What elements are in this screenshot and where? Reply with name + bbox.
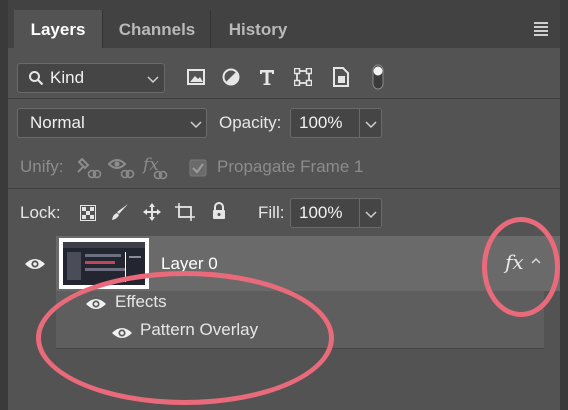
eye-icon[interactable] <box>24 257 46 271</box>
unify-style-icon[interactable]: fx <box>142 155 170 181</box>
smart-object-filter-icon[interactable] <box>332 67 350 87</box>
tab-history[interactable]: History <box>212 10 304 48</box>
effects-eye-icon[interactable] <box>85 297 107 311</box>
tab-divider <box>210 10 211 48</box>
lock-label: Lock: <box>20 203 61 222</box>
image-filter-icon[interactable] <box>187 69 205 85</box>
layer-name: Layer 0 <box>161 254 218 273</box>
fill-field[interactable]: 100% <box>290 198 382 228</box>
fill-value: 100% <box>299 203 343 222</box>
chevron-down-icon[interactable] <box>364 119 378 129</box>
left-gutter <box>0 0 8 410</box>
chevron-down-icon[interactable] <box>364 209 378 219</box>
lock-position-icon[interactable] <box>143 203 161 221</box>
unify-position-icon[interactable] <box>76 155 102 181</box>
lock-artboard-icon[interactable] <box>175 203 195 221</box>
layer-effects-fx-icon[interactable]: fx <box>505 250 524 274</box>
effects-label[interactable]: Effects <box>115 292 167 312</box>
layer-thumbnail-image <box>63 242 145 285</box>
search-icon <box>29 71 44 86</box>
fill-label: Fill: <box>258 203 285 222</box>
lock-all-icon[interactable] <box>211 202 227 220</box>
right-gutter <box>560 0 568 410</box>
shape-filter-icon[interactable] <box>294 68 312 86</box>
propagate-frame-label: Propagate Frame 1 <box>217 157 364 176</box>
tab-layers[interactable]: Layers <box>14 10 102 48</box>
propagate-frame-checkbox[interactable] <box>189 159 207 177</box>
pattern-overlay-eye-icon[interactable] <box>111 326 133 340</box>
unify-label: Unify: <box>20 157 64 176</box>
opacity-value: 100% <box>299 113 343 132</box>
chevron-down-icon <box>147 76 159 84</box>
pattern-overlay-label[interactable]: Pattern Overlay <box>140 320 258 340</box>
filter-kind-label: Kind <box>50 68 85 87</box>
panel-tab-bar: Layers Channels History <box>8 0 560 48</box>
blend-mode-dropdown[interactable]: Normal <box>17 108 207 138</box>
layers-panel: Layers Channels History Kind Normal Opac… <box>0 0 568 410</box>
unify-visibility-icon[interactable] <box>108 155 136 181</box>
panel-menu-icon[interactable] <box>534 22 548 36</box>
blend-mode-value: Normal <box>30 113 85 132</box>
collapse-effects-icon[interactable] <box>530 256 542 266</box>
divider <box>8 188 560 189</box>
lock-transparent-pixels-icon[interactable] <box>80 205 96 221</box>
opacity-field[interactable]: 100% <box>290 108 382 138</box>
tab-divider <box>102 10 103 48</box>
layer-thumbnail[interactable] <box>59 238 149 289</box>
adjustment-filter-icon[interactable] <box>222 68 240 86</box>
divider <box>8 98 560 99</box>
lock-image-pixels-icon[interactable] <box>110 202 130 222</box>
opacity-label: Opacity: <box>219 113 282 132</box>
tab-channels[interactable]: Channels <box>104 10 210 48</box>
filter-kind-dropdown[interactable]: Kind <box>17 63 165 93</box>
type-filter-icon[interactable] <box>258 68 276 86</box>
filter-toggle-icon[interactable] <box>372 64 384 90</box>
chevron-down-icon <box>190 121 202 129</box>
